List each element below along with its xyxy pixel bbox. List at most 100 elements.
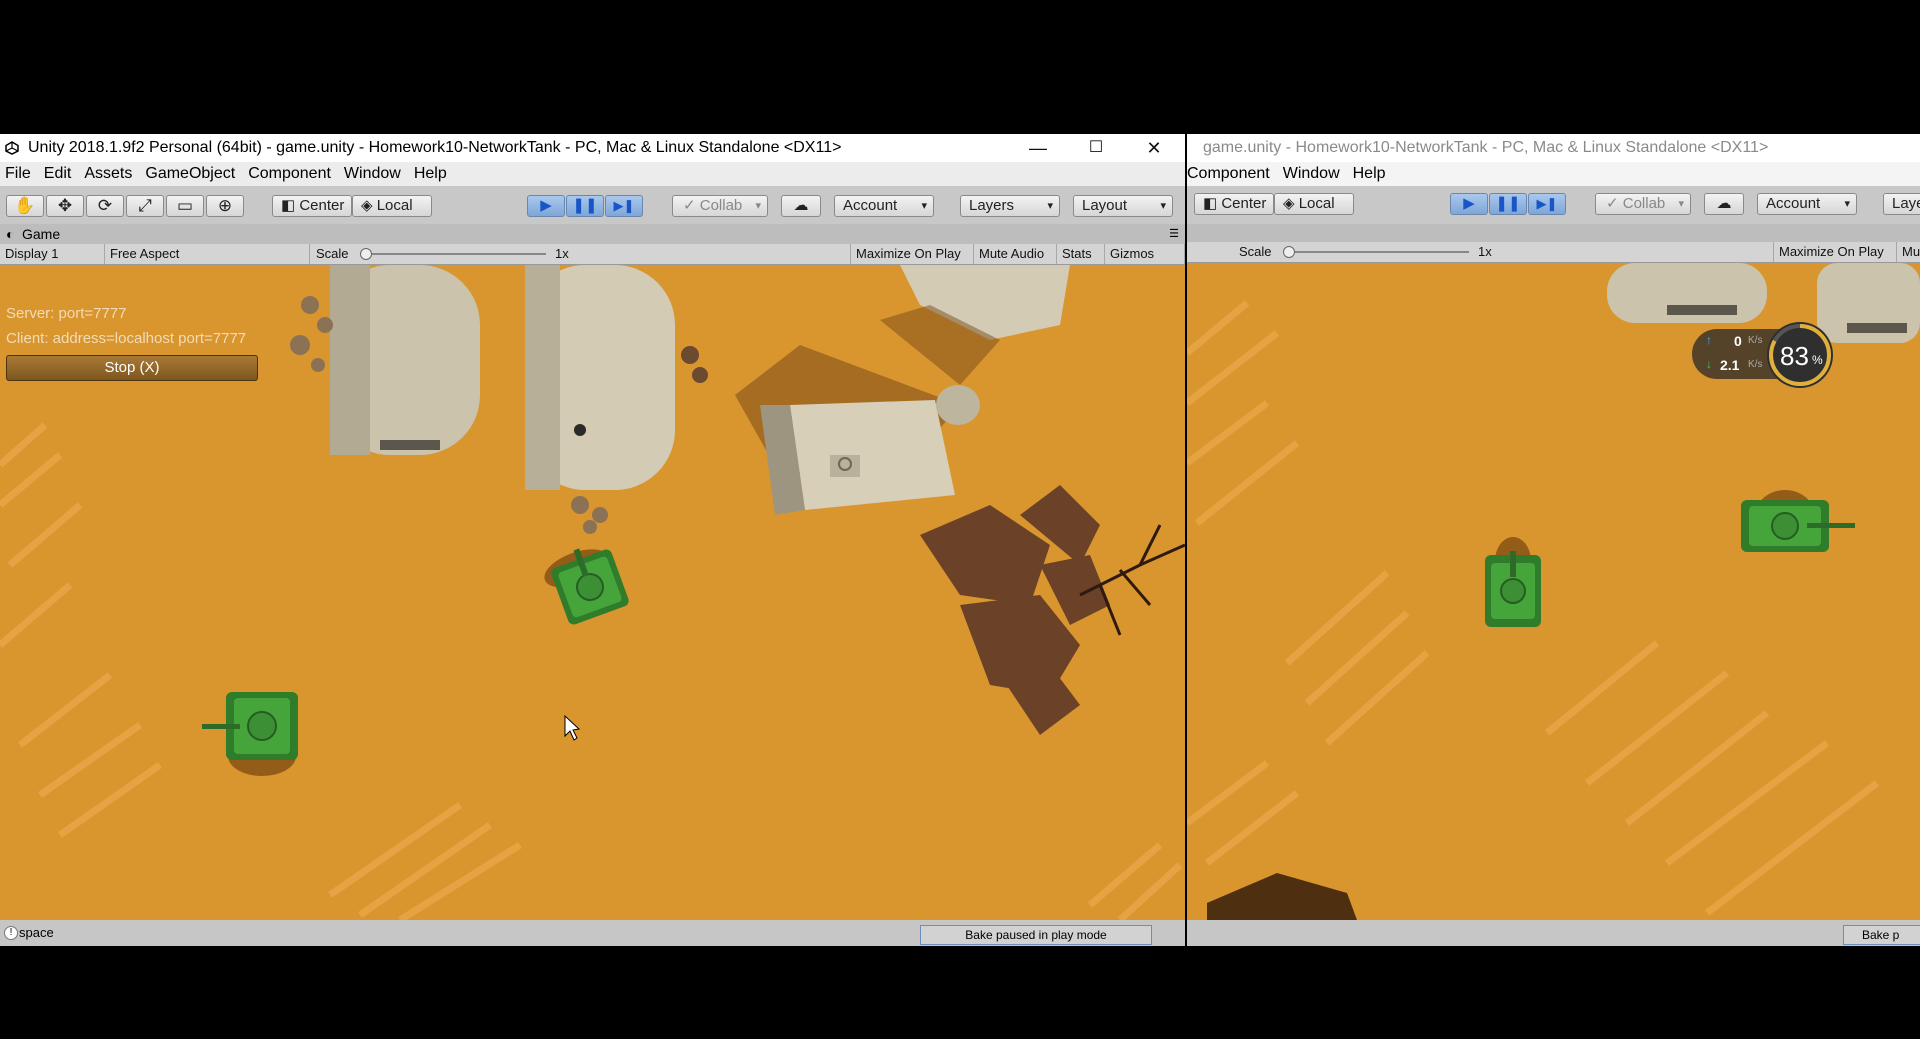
download-unit: K/s — [1748, 359, 1763, 370]
menu-window-right[interactable]: Window — [1278, 162, 1348, 186]
game-view-toolbar-right: Scale 1x Maximize On Play Mu — [1187, 242, 1920, 263]
title-bar-right[interactable]: game.unity - Homework10-NetworkTank - PC… — [1187, 134, 1920, 162]
game-view-icon: ◐ — [6, 226, 15, 242]
player-tank-center — [544, 548, 629, 625]
building-top-right — [880, 265, 1070, 385]
mute-audio-toggle[interactable]: Mute Audio — [974, 244, 1057, 264]
game-viewport[interactable]: Server: port=7777 Client: address=localh… — [0, 265, 1185, 920]
menu-gameobject[interactable]: GameObject — [140, 162, 243, 186]
window-title: Unity 2018.1.9f2 Personal (64bit) - game… — [28, 139, 842, 156]
scale-tool-icon[interactable]: ⤢ — [126, 195, 164, 217]
layout-dropdown[interactable]: Layout — [1073, 195, 1173, 217]
step-button[interactable]: ▶❚ — [605, 195, 643, 217]
unity-editor-window-left: Unity 2018.1.9f2 Personal (64bit) - game… — [0, 134, 1185, 946]
pivot-center-button[interactable]: ◧ Center — [272, 195, 352, 217]
network-speed-widget: ↑ 0 K/s ↓ 2.1 K/s 83 % — [1692, 321, 1837, 388]
menu-help[interactable]: Help — [409, 162, 455, 186]
upload-speed: 0 — [1734, 333, 1742, 349]
space-label: Local — [376, 197, 413, 214]
main-toolbar-right: ◧ Center ◈ Local ▶ ❚❚ ▶❚ ✓ Collab ☁ Acco… — [1187, 186, 1920, 225]
space-label: Local — [1298, 195, 1335, 212]
pivot-label: Center — [299, 197, 345, 214]
maximize-on-play-toggle[interactable]: Maximize On Play — [850, 244, 974, 264]
mouse-cursor-icon — [564, 714, 581, 741]
pivot-icon: ◧ — [1203, 195, 1222, 212]
move-tool-icon[interactable]: ✥ — [46, 195, 84, 217]
pivot-icon: ◧ — [281, 197, 300, 214]
play-button-right[interactable]: ▶ — [1450, 193, 1488, 215]
pause-button[interactable]: ❚❚ — [566, 195, 604, 217]
pivot-label: Center — [1221, 195, 1267, 212]
status-bar: ! space Bake paused in play mode — [0, 920, 1185, 946]
menu-help-right[interactable]: Help — [1348, 162, 1394, 186]
menu-component-right[interactable]: Component — [1187, 162, 1278, 186]
play-button[interactable]: ▶ — [527, 195, 565, 217]
stop-button[interactable]: Stop (X) — [6, 355, 258, 381]
tab-game[interactable]: Game — [22, 224, 60, 244]
scale-value: 1x — [555, 246, 569, 261]
tank-right-right-view — [1741, 490, 1855, 552]
scale-label: Scale — [316, 246, 349, 261]
close-button[interactable]: ✕ — [1125, 134, 1183, 162]
bake-status-right: Bake p — [1843, 925, 1920, 945]
main-toolbar: ✋ ✥ ⟳ ⤢ ▭ ⊕ ◧ Center ◈ Local ▶ ❚❚ ▶❚ ✓ C… — [0, 186, 1185, 225]
upload-arrow-icon: ↑ — [1706, 333, 1712, 347]
mute-audio-toggle-right[interactable]: Mu — [1897, 242, 1920, 262]
usage-percent-unit: % — [1812, 353, 1823, 367]
aspect-dropdown[interactable]: Free Aspect — [105, 244, 310, 264]
cloud-icon[interactable]: ☁ — [781, 195, 821, 217]
stats-toggle[interactable]: Stats — [1057, 244, 1105, 264]
game-viewport-right[interactable]: ↑ 0 K/s ↓ 2.1 K/s 83 % — [1187, 263, 1920, 920]
console-last-message[interactable]: space — [19, 920, 54, 946]
upload-unit: K/s — [1748, 335, 1763, 346]
status-bar-right: Bake p — [1187, 920, 1920, 946]
window-title-right: game.unity - Homework10-NetworkTank - PC… — [1203, 139, 1769, 156]
rect-tool-icon[interactable]: ▭ — [166, 195, 204, 217]
maximize-button[interactable]: ☐ — [1067, 134, 1125, 162]
account-dropdown-right[interactable]: Account — [1757, 193, 1857, 215]
collab-dropdown-right[interactable]: ✓ Collab — [1595, 193, 1691, 215]
scale-slider[interactable] — [360, 248, 546, 260]
tab-menu-icon[interactable]: ☰ — [1169, 224, 1179, 244]
menu-file[interactable]: File — [0, 162, 39, 186]
tank-center-right-view — [1485, 537, 1541, 627]
menu-edit[interactable]: Edit — [39, 162, 80, 186]
space-local-button-right[interactable]: ◈ Local — [1274, 193, 1354, 215]
gizmos-dropdown[interactable]: Gizmos — [1105, 244, 1185, 264]
scale-slider-knob-right[interactable] — [1283, 246, 1295, 258]
maximize-on-play-toggle-right[interactable]: Maximize On Play — [1773, 242, 1897, 262]
local-cube-icon: ◈ — [361, 197, 377, 214]
client-info-text: Client: address=localhost port=7777 — [6, 330, 247, 347]
rotate-tool-icon[interactable]: ⟳ — [86, 195, 124, 217]
menu-bar: File Edit Assets GameObject Component Window H… — [0, 162, 1185, 186]
account-dropdown[interactable]: Account — [834, 195, 934, 217]
display-dropdown[interactable]: Display 1 — [0, 244, 105, 264]
menu-component[interactable]: Component — [243, 162, 339, 186]
transform-tool-icon[interactable]: ⊕ — [206, 195, 244, 217]
title-bar[interactable]: Unity 2018.1.9f2 Personal (64bit) - game… — [0, 134, 1185, 162]
check-icon: ✓ — [683, 197, 700, 214]
unity-editor-window-right: game.unity - Homework10-NetworkTank - PC… — [1187, 134, 1920, 946]
collab-label: Collab — [699, 197, 743, 214]
hand-tool-icon[interactable]: ✋ — [6, 195, 44, 217]
step-button-right[interactable]: ▶❚ — [1528, 193, 1566, 215]
download-arrow-icon: ↓ — [1706, 357, 1712, 371]
usage-percent: 83 — [1780, 341, 1809, 371]
minimize-button[interactable]: — — [1009, 134, 1067, 162]
scale-label-right: Scale — [1239, 244, 1272, 259]
pause-button-right[interactable]: ❚❚ — [1489, 193, 1527, 215]
bake-status: Bake paused in play mode — [920, 925, 1152, 945]
silo-left — [330, 265, 480, 455]
menu-assets[interactable]: Assets — [79, 162, 140, 186]
layers-dropdown[interactable]: Layers — [960, 195, 1060, 217]
server-info-text: Server: port=7777 — [6, 305, 127, 322]
pivot-center-button-right[interactable]: ◧ Center — [1194, 193, 1274, 215]
unity-logo-icon — [5, 141, 19, 155]
scale-slider-right[interactable] — [1283, 246, 1469, 258]
cloud-icon-right[interactable]: ☁ — [1704, 193, 1744, 215]
scale-slider-knob[interactable] — [360, 248, 372, 260]
layers-dropdown-right[interactable]: Laye — [1883, 193, 1920, 215]
menu-window[interactable]: Window — [339, 162, 409, 186]
space-local-button[interactable]: ◈ Local — [352, 195, 432, 217]
collab-dropdown[interactable]: ✓ Collab — [672, 195, 768, 217]
